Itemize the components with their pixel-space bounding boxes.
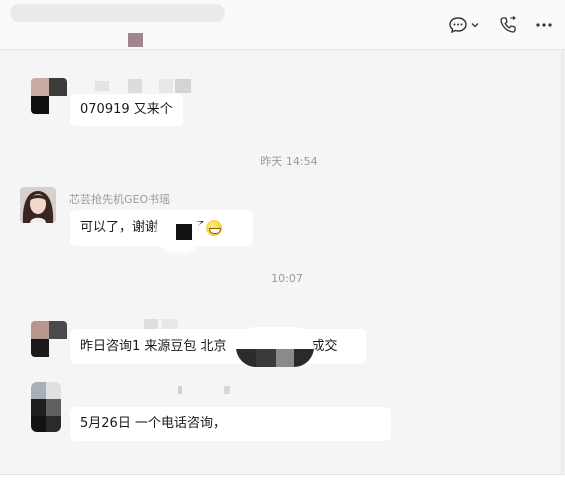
scrollbar[interactable] (561, 51, 564, 483)
avatar[interactable] (31, 78, 67, 114)
redaction-mosaic (236, 327, 314, 367)
message-text: 5月26日 一个电话咨询， (80, 416, 226, 431)
message-list[interactable]: 070919 又来个 昨天 14:54 芯芸抢先机GEO书瑶 可以了，谢谢 了 … (0, 51, 565, 483)
message-bubble[interactable]: 070919 又来个 (70, 94, 183, 126)
chat-header (0, 0, 565, 50)
title-mosaic (128, 33, 143, 47)
avatar[interactable] (31, 321, 67, 357)
avatar[interactable] (31, 382, 61, 432)
chat-bubble-icon[interactable] (447, 14, 469, 36)
timestamp: 10:07 (271, 272, 303, 285)
grin-emoji-icon (206, 220, 223, 236)
sender-name-mosaic (95, 79, 195, 93)
message-text: 070919 又来个 (80, 102, 173, 117)
phone-icon[interactable] (497, 14, 519, 36)
chevron-down-icon[interactable] (468, 14, 482, 36)
message-input[interactable] (0, 474, 565, 483)
redaction-box (176, 224, 192, 240)
sender-name: 芯芸抢先机GEO书瑶 (69, 193, 171, 206)
message-text-start: 可以了，谢谢 (80, 220, 159, 235)
sender-name-mosaic (178, 386, 234, 396)
avatar[interactable] (20, 187, 56, 223)
chat-title-redacted (10, 4, 225, 22)
message-bubble[interactable]: 5月26日 一个电话咨询， (70, 407, 391, 441)
more-icon[interactable] (533, 14, 555, 36)
message-bubble[interactable]: 昨日咨询1 来源豆包 北京 已成交 (70, 329, 366, 364)
message-text-start: 昨日咨询1 来源豆包 北京 (80, 338, 227, 354)
timestamp: 昨天 14:54 (260, 155, 318, 168)
